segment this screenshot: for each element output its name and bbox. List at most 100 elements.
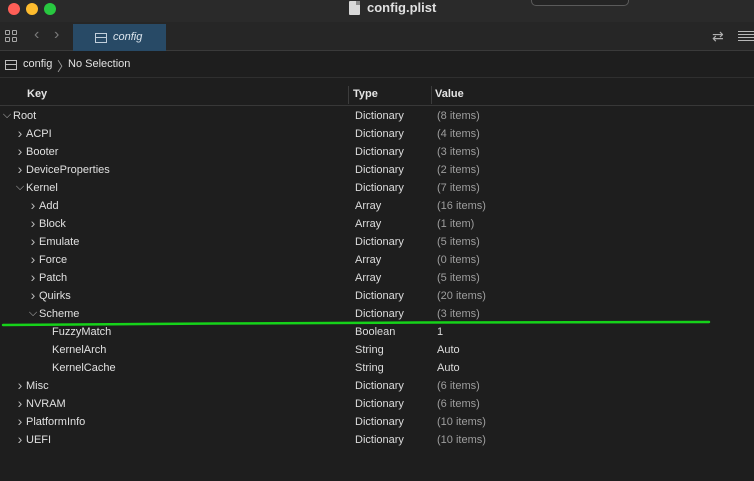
chevron-right-icon[interactable]: ›	[15, 395, 25, 411]
chevron-right-icon[interactable]: ›	[15, 431, 25, 447]
column-header-type[interactable]: Type	[353, 88, 378, 100]
grid-icon[interactable]	[5, 30, 18, 43]
chevron-right-icon[interactable]: ›	[28, 269, 38, 285]
row-type[interactable]: Dictionary	[355, 398, 404, 410]
row-value[interactable]: (6 items)	[437, 398, 480, 410]
row-type[interactable]: String	[355, 362, 384, 374]
row-key[interactable]: KernelArch	[52, 344, 106, 356]
row-type[interactable]: Dictionary	[355, 128, 404, 140]
outline-row-quirks[interactable]: › Quirks Dictionary (20 items)	[0, 287, 754, 305]
row-key[interactable]: Kernel	[26, 182, 58, 194]
minimize-window-button[interactable]	[26, 3, 38, 15]
row-key[interactable]: FuzzyMatch	[52, 326, 111, 338]
row-type[interactable]: Dictionary	[355, 308, 404, 320]
row-value[interactable]: (10 items)	[437, 434, 486, 446]
chevron-right-icon[interactable]: ›	[28, 287, 38, 303]
row-type[interactable]: String	[355, 344, 384, 356]
close-window-button[interactable]	[8, 3, 20, 15]
row-key[interactable]: Patch	[39, 272, 67, 284]
row-value[interactable]: Auto	[437, 344, 460, 356]
row-key[interactable]: Add	[39, 200, 59, 212]
row-key[interactable]: Block	[39, 218, 66, 230]
chevron-right-icon[interactable]: ›	[15, 161, 25, 177]
row-key[interactable]: Scheme	[39, 308, 79, 320]
chevron-right-icon[interactable]: ›	[15, 413, 25, 429]
chevron-right-icon[interactable]: ›	[28, 251, 38, 267]
row-value[interactable]: (1 item)	[437, 218, 474, 230]
outline-row-kernelcache[interactable]: KernelCache String Auto	[0, 359, 754, 377]
row-key[interactable]: Quirks	[39, 290, 71, 302]
row-value[interactable]: (3 items)	[437, 308, 480, 320]
outline-row-deviceproperties[interactable]: › DeviceProperties Dictionary (2 items)	[0, 161, 754, 179]
row-value[interactable]: (2 items)	[437, 164, 480, 176]
chevron-right-icon[interactable]: ›	[54, 26, 59, 44]
outline-row-root[interactable]: ⌵ Root Dictionary (8 items)	[0, 107, 754, 125]
row-type[interactable]: Dictionary	[355, 182, 404, 194]
chevron-down-icon[interactable]: ⌵	[15, 181, 25, 194]
chevron-right-icon[interactable]: ›	[28, 233, 38, 249]
outline-row-acpi[interactable]: › ACPI Dictionary (4 items)	[0, 125, 754, 143]
chevron-right-icon[interactable]: ›	[28, 197, 38, 213]
outline-row-booter[interactable]: › Booter Dictionary (3 items)	[0, 143, 754, 161]
row-key[interactable]: Emulate	[39, 236, 79, 248]
chevron-down-icon[interactable]: ⌵	[2, 109, 12, 122]
row-type[interactable]: Array	[355, 272, 381, 284]
row-type[interactable]: Dictionary	[355, 380, 404, 392]
outline-row-kernel[interactable]: ⌵ Kernel Dictionary (7 items)	[0, 179, 754, 197]
outline-row-fuzzymatch[interactable]: FuzzyMatch Boolean 1	[0, 323, 754, 341]
row-value[interactable]: (10 items)	[437, 416, 486, 428]
row-type[interactable]: Dictionary	[355, 434, 404, 446]
row-value[interactable]: 1	[437, 326, 443, 338]
row-key[interactable]: KernelCache	[52, 362, 116, 374]
row-key[interactable]: Root	[13, 110, 36, 122]
row-key[interactable]: ACPI	[26, 128, 52, 140]
outline-row-block[interactable]: › Block Array (1 item)	[0, 215, 754, 233]
row-type[interactable]: Dictionary	[355, 110, 404, 122]
outline-row-emulate[interactable]: › Emulate Dictionary (5 items)	[0, 233, 754, 251]
row-type[interactable]: Boolean	[355, 326, 395, 338]
chevron-right-icon[interactable]: ›	[15, 377, 25, 393]
row-type[interactable]: Dictionary	[355, 416, 404, 428]
column-divider[interactable]	[431, 86, 432, 104]
row-value[interactable]: (8 items)	[437, 110, 480, 122]
row-value[interactable]: (7 items)	[437, 182, 480, 194]
row-key[interactable]: NVRAM	[26, 398, 66, 410]
row-type[interactable]: Array	[355, 218, 381, 230]
chevron-right-icon[interactable]: ›	[15, 125, 25, 141]
outline-row-scheme[interactable]: ⌵ Scheme Dictionary (3 items)	[0, 305, 754, 323]
row-value[interactable]: (0 items)	[437, 254, 480, 266]
row-value[interactable]: (16 items)	[437, 200, 486, 212]
tab-config[interactable]: config	[73, 24, 166, 51]
row-key[interactable]: Force	[39, 254, 67, 266]
row-type[interactable]: Dictionary	[355, 164, 404, 176]
chevron-down-icon[interactable]: ⌵	[28, 307, 38, 320]
row-type[interactable]: Dictionary	[355, 146, 404, 158]
row-type[interactable]: Dictionary	[355, 290, 404, 302]
outline-row-add[interactable]: › Add Array (16 items)	[0, 197, 754, 215]
row-value[interactable]: Auto	[437, 362, 460, 374]
chevron-left-icon[interactable]: ‹	[34, 26, 39, 44]
row-value[interactable]: (6 items)	[437, 380, 480, 392]
chevron-right-icon[interactable]: ›	[15, 143, 25, 159]
row-key[interactable]: PlatformInfo	[26, 416, 85, 428]
row-key[interactable]: Booter	[26, 146, 58, 158]
outline-row-kernelarch[interactable]: KernelArch String Auto	[0, 341, 754, 359]
outline-row-misc[interactable]: › Misc Dictionary (6 items)	[0, 377, 754, 395]
row-key[interactable]: DeviceProperties	[26, 164, 110, 176]
outline-row-platforminfo[interactable]: › PlatformInfo Dictionary (10 items)	[0, 413, 754, 431]
outline-row-nvram[interactable]: › NVRAM Dictionary (6 items)	[0, 395, 754, 413]
outline-row-patch[interactable]: › Patch Array (5 items)	[0, 269, 754, 287]
row-type[interactable]: Dictionary	[355, 236, 404, 248]
swap-arrows-icon[interactable]: ⇄	[712, 28, 724, 45]
row-key[interactable]: UEFI	[26, 434, 51, 446]
column-header-value[interactable]: Value	[435, 88, 464, 100]
outline-row-uefi[interactable]: › UEFI Dictionary (10 items)	[0, 431, 754, 449]
breadcrumb-root[interactable]: config	[23, 58, 52, 70]
row-value[interactable]: (5 items)	[437, 236, 480, 248]
row-value[interactable]: (20 items)	[437, 290, 486, 302]
row-type[interactable]: Array	[355, 254, 381, 266]
row-key[interactable]: Misc	[26, 380, 49, 392]
row-type[interactable]: Array	[355, 200, 381, 212]
zoom-window-button[interactable]	[44, 3, 56, 15]
column-header-key[interactable]: Key	[27, 88, 47, 100]
